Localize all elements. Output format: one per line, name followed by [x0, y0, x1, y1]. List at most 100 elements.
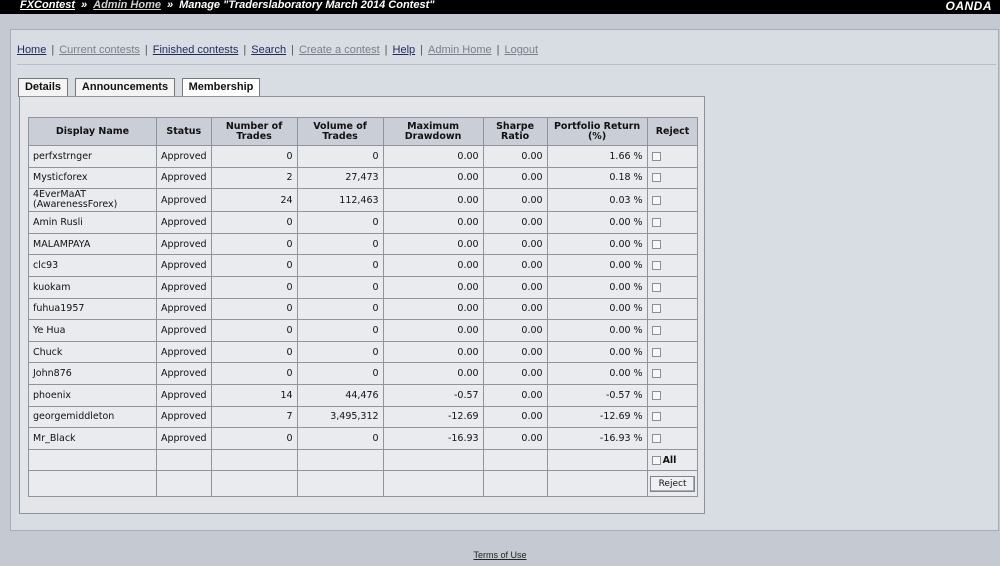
table-row: Ye Hua Approved 0 0 0.00 0.00 0.00 % — [28, 319, 699, 342]
cell-portfolio-return: 0.00 % — [546, 340, 648, 364]
cell-status: Approved — [156, 254, 212, 277]
empty-cell — [382, 470, 484, 498]
reject-checkbox[interactable] — [651, 217, 661, 227]
membership-table: Display Name Status Number of Trades Volu… — [28, 117, 699, 498]
reject-checkbox[interactable] — [651, 239, 661, 249]
nav-separator: | — [291, 44, 294, 56]
table-row: John876 Approved 0 0 0.00 0.00 0.00 % — [28, 362, 699, 385]
cell-sharpe-ratio: 0.00 — [482, 383, 548, 407]
cell-status: Approved — [156, 405, 212, 429]
cell-reject — [646, 427, 699, 450]
cell-portfolio-return: 0.00 % — [546, 211, 648, 234]
header-line: Drawdown — [404, 130, 462, 142]
cell-volume-of-trades: 27,473 — [296, 166, 384, 190]
breadcrumb: FXContest » Admin Home » Manage "Traderslabo… — [20, 0, 434, 11]
display-name-line2: (AwarenessForex) — [33, 199, 118, 211]
empty-cell — [546, 470, 648, 498]
reject-checkbox[interactable] — [651, 412, 661, 422]
cell-maximum-drawdown: 0.00 — [382, 340, 484, 364]
cell-maximum-drawdown: 0.00 — [382, 145, 484, 168]
cell-volume-of-trades: 112,463 — [296, 188, 384, 213]
reject-checkbox[interactable] — [651, 261, 661, 271]
header-display-name[interactable]: Display Name — [28, 117, 157, 146]
membership-rows: perfxstrnger Approved 0 0 0.00 0.00 1.66… — [28, 145, 699, 450]
cell-reject — [646, 340, 699, 364]
nav-separator: | — [384, 44, 388, 56]
nav-search[interactable]: Search — [251, 44, 286, 56]
reject-checkbox[interactable] — [651, 304, 661, 314]
cell-select-all: All — [646, 448, 699, 472]
cell-sharpe-ratio: 0.00 — [482, 405, 548, 429]
nav-create-contest[interactable]: Create a contest — [299, 44, 380, 56]
reject-checkbox[interactable] — [651, 347, 661, 357]
empty-cell — [296, 448, 384, 472]
header-number-of-trades[interactable]: Number of Trades — [210, 117, 298, 146]
cell-display-name: fuhua1957 — [28, 297, 157, 321]
cell-number-of-trades: 0 — [210, 297, 298, 321]
cell-display-name: Mr_Black — [28, 427, 157, 450]
table-row: Amin Rusli Approved 0 0 0.00 0.00 0.00 % — [28, 211, 699, 234]
header-maximum-drawdown[interactable]: Maximum Drawdown — [382, 117, 484, 146]
header-portfolio-return[interactable]: Portfolio Return (%) — [546, 117, 648, 146]
reject-checkbox[interactable] — [651, 282, 661, 292]
terms-of-use-link[interactable]: Terms of Use — [473, 550, 526, 560]
cell-display-name: georgemiddleton — [28, 405, 157, 429]
reject-checkbox[interactable] — [651, 325, 661, 335]
site-home-link[interactable]: FXContest — [20, 0, 75, 11]
reject-checkbox[interactable] — [651, 151, 661, 161]
reject-checkbox[interactable] — [651, 369, 661, 379]
cell-maximum-drawdown: 0.00 — [382, 211, 484, 234]
header-sharpe-ratio[interactable]: Sharpe Ratio — [482, 117, 548, 146]
select-all-checkbox[interactable] — [651, 455, 661, 465]
cell-portfolio-return: -0.57 % — [546, 383, 648, 407]
display-name: kuokam — [33, 281, 71, 293]
cell-number-of-trades: 0 — [210, 145, 298, 168]
display-name: Amin Rusli — [33, 216, 83, 228]
display-name: MALAMPAYA — [33, 238, 91, 250]
cell-status: Approved — [156, 145, 212, 168]
reject-checkbox[interactable] — [651, 195, 661, 205]
nav-finished-contests[interactable]: Finished contests — [153, 44, 239, 56]
cell-reject — [646, 362, 699, 385]
cell-volume-of-trades: 0 — [296, 275, 384, 299]
cell-reject — [646, 211, 699, 234]
cell-portfolio-return: 0.03 % — [546, 188, 648, 213]
cell-portfolio-return: 0.00 % — [546, 254, 648, 277]
navigation-bar: Home | Current contests | Finished contests |… — [17, 38, 1000, 65]
admin-home-breadcrumb-link[interactable]: Admin Home — [93, 0, 161, 11]
membership-panel: Display Name Status Number of Trades Volu… — [19, 96, 705, 514]
cell-maximum-drawdown: 0.00 — [382, 297, 484, 321]
tab-announcements[interactable]: Announcements — [75, 78, 175, 97]
cell-volume-of-trades: 0 — [296, 297, 384, 321]
nav-help[interactable]: Help — [393, 44, 416, 56]
nav-separator: | — [496, 44, 500, 56]
header-volume-of-trades[interactable]: Volume of Trades — [296, 117, 384, 146]
nav-admin-home[interactable]: Admin Home — [428, 44, 492, 56]
cell-status: Approved — [156, 211, 212, 234]
page-title: Manage "Traderslaboratory March 2014 Con… — [179, 0, 435, 11]
empty-cell — [482, 470, 548, 498]
cell-volume-of-trades: 0 — [296, 340, 384, 364]
display-name: clc93 — [33, 260, 59, 272]
nav-home[interactable]: Home — [17, 44, 46, 56]
reject-button[interactable]: Reject — [649, 475, 696, 492]
reject-checkbox[interactable] — [651, 433, 661, 443]
nav-separator: | — [420, 44, 424, 56]
empty-cell — [156, 448, 212, 472]
cell-display-name: phoenix — [28, 383, 157, 407]
tab-details[interactable]: Details — [18, 78, 68, 97]
cell-reject-button: Reject — [646, 470, 699, 498]
nav-logout[interactable]: Logout — [504, 44, 538, 56]
cell-status: Approved — [156, 188, 212, 213]
reject-checkbox[interactable] — [651, 173, 661, 183]
cell-maximum-drawdown: 0.00 — [382, 319, 484, 342]
reject-checkbox[interactable] — [651, 390, 661, 400]
cell-number-of-trades: 7 — [210, 405, 298, 429]
nav-current-contests[interactable]: Current contests — [59, 44, 140, 56]
cell-sharpe-ratio: 0.00 — [482, 340, 548, 364]
table-row: perfxstrnger Approved 0 0 0.00 0.00 1.66… — [28, 145, 699, 168]
header-status[interactable]: Status — [156, 117, 212, 146]
nav-separator: | — [51, 44, 55, 56]
cell-number-of-trades: 0 — [210, 319, 298, 342]
cell-maximum-drawdown: -16.93 — [382, 427, 484, 450]
